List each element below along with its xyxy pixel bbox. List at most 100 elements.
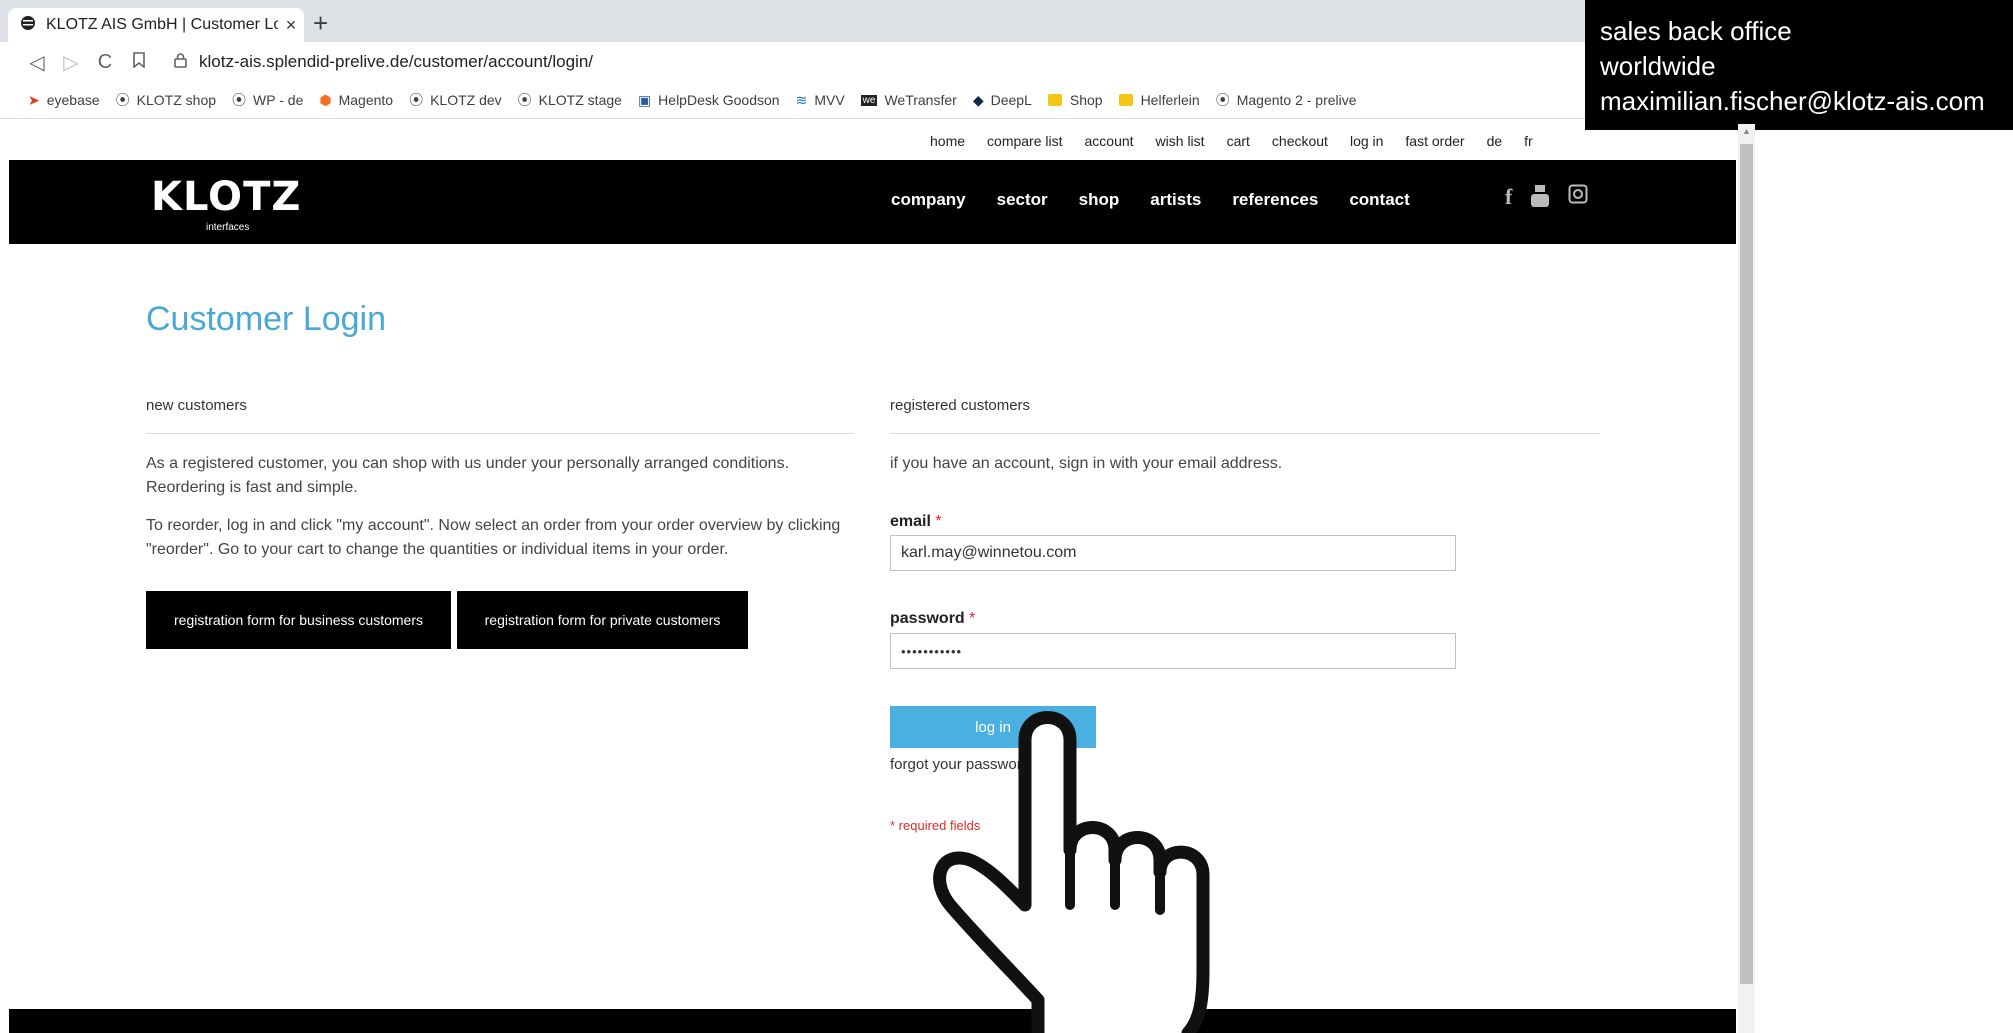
klotz-logo[interactable]: KLOTZ interfaces bbox=[151, 174, 302, 233]
bookmark-shop-folder[interactable]: Shop bbox=[1047, 92, 1103, 108]
klotz-favicon-icon bbox=[20, 15, 36, 36]
bookmark-klotz-shop[interactable]: ⦿ KLOTZ shop bbox=[116, 90, 216, 110]
topnav-account[interactable]: account bbox=[1085, 133, 1134, 149]
bookmark-klotz-dev[interactable]: ⦿ KLOTZ dev bbox=[409, 90, 502, 110]
topnav-cart[interactable]: cart bbox=[1227, 133, 1250, 149]
lock-icon[interactable] bbox=[174, 53, 187, 71]
new-customers-text-2: To reorder, log in and click "my account… bbox=[146, 517, 841, 558]
bookmark-wp-de[interactable]: ⦿ WP - de bbox=[232, 90, 303, 110]
pointing-hand-icon bbox=[933, 711, 1210, 1033]
required-asterisk: * bbox=[969, 610, 976, 627]
topnav-lang-fr[interactable]: fr bbox=[1524, 133, 1533, 149]
bookmarks-bar: ➤ eyebase ⦿ KLOTZ shop ⦿ WP - de ⬢ Magento ⦿… bbox=[0, 82, 1585, 119]
divider bbox=[146, 433, 854, 434]
topnav-wish-list[interactable]: wish list bbox=[1156, 133, 1205, 149]
password-label: password * bbox=[890, 610, 975, 628]
bookmark-label: WeTransfer bbox=[884, 92, 957, 108]
site-top-nav: home compare list account wish list cart… bbox=[930, 127, 1555, 155]
bookmark-label: eyebase bbox=[46, 92, 100, 108]
klotz-icon: ⦿ bbox=[115, 92, 130, 108]
tab-title: KLOTZ AIS GmbH | Customer Login bbox=[46, 16, 278, 33]
bookmark-label: Magento bbox=[338, 92, 394, 108]
nav-artists[interactable]: artists bbox=[1150, 190, 1201, 210]
main-nav: company sector shop artists references c… bbox=[891, 190, 1441, 210]
contact-overlay: sales back office worldwide maximilian.f… bbox=[1585, 0, 2013, 130]
deepl-icon: ◆ bbox=[972, 91, 984, 108]
nav-company[interactable]: company bbox=[891, 190, 966, 210]
logo-text: KLOTZ bbox=[151, 174, 302, 220]
back-icon[interactable]: ◁ bbox=[20, 50, 54, 75]
bookmark-label: Helferlein bbox=[1140, 92, 1200, 108]
folder-icon bbox=[1118, 94, 1133, 106]
facebook-icon[interactable]: f bbox=[1505, 184, 1512, 214]
browser-toolbar: ◁ ▷ C klotz-ais.splendid-prelive.de/cust… bbox=[0, 42, 1585, 82]
klotz-icon: ⦿ bbox=[1215, 92, 1230, 108]
social-links: f bbox=[1505, 184, 1606, 214]
klotz-icon: ⦿ bbox=[232, 92, 247, 108]
nav-references[interactable]: references bbox=[1232, 190, 1318, 210]
bookmark-label: Shop bbox=[1069, 92, 1103, 108]
helpdesk-icon: ▣ bbox=[637, 91, 652, 108]
page-title: Customer Login bbox=[146, 300, 387, 338]
folder-icon bbox=[1047, 94, 1062, 106]
email-field[interactable]: karl.may@winnetou.com bbox=[890, 535, 1456, 571]
password-label-text: password bbox=[890, 610, 965, 627]
overlay-line-email: maximilian.fischer@klotz-ais.com bbox=[1600, 86, 1985, 116]
scrollbar-thumb[interactable] bbox=[1740, 144, 1753, 984]
site-header: KLOTZ interfaces company sector shop art… bbox=[9, 160, 1736, 244]
address-bar[interactable]: klotz-ais.splendid-prelive.de/customer/a… bbox=[199, 52, 593, 72]
reload-icon[interactable]: C bbox=[88, 51, 122, 74]
bookmark-label: MVV bbox=[814, 92, 845, 108]
register-private-button[interactable]: registration form for private customers bbox=[457, 591, 748, 649]
new-customers-text-1: As a registered customer, you can shop w… bbox=[146, 455, 790, 496]
bookmark-helferlein-folder[interactable]: Helferlein bbox=[1118, 92, 1200, 108]
bookmark-magento[interactable]: ⬢ Magento bbox=[319, 92, 393, 109]
tab-strip: KLOTZ AIS GmbH | Customer Login × + bbox=[0, 0, 1585, 42]
bookmark-label: DeepL bbox=[990, 92, 1032, 108]
wetransfer-icon: we bbox=[860, 94, 878, 106]
instagram-icon[interactable] bbox=[1568, 184, 1588, 214]
bookmark-magento2-prelive[interactable]: ⦿ Magento 2 - prelive bbox=[1216, 90, 1357, 110]
topnav-lang-de[interactable]: de bbox=[1487, 133, 1503, 149]
bookmark-eyebase[interactable]: ➤ eyebase bbox=[28, 92, 100, 109]
scroll-up-icon[interactable]: ▲ bbox=[1738, 126, 1755, 136]
bookmark-wetransfer[interactable]: we WeTransfer bbox=[860, 92, 957, 108]
bookmark-label: HelpDesk Goodson bbox=[658, 92, 780, 108]
topnav-fast-order[interactable]: fast order bbox=[1405, 133, 1464, 149]
registered-customers-heading: registered customers bbox=[890, 397, 1031, 414]
page-scrollbar[interactable]: ▲ bbox=[1738, 124, 1755, 1033]
overlay-line-department: sales back office bbox=[1600, 16, 1792, 46]
new-tab-button[interactable]: + bbox=[313, 8, 328, 38]
registered-intro: if you have an account, sign in with you… bbox=[890, 455, 1283, 472]
new-customers-heading: new customers bbox=[146, 397, 247, 414]
bookmark-icon[interactable] bbox=[122, 51, 156, 74]
browser-tab[interactable]: KLOTZ AIS GmbH | Customer Login × bbox=[8, 8, 304, 42]
password-field[interactable]: ••••••••••• bbox=[890, 633, 1456, 669]
eyebase-icon: ➤ bbox=[28, 91, 40, 108]
youtube-icon[interactable] bbox=[1530, 184, 1550, 214]
bookmark-label: KLOTZ dev bbox=[430, 92, 502, 108]
register-business-button[interactable]: registration form for business customers bbox=[146, 591, 451, 649]
nav-contact[interactable]: contact bbox=[1349, 190, 1409, 210]
logo-subtitle: interfaces bbox=[206, 222, 250, 233]
bookmark-klotz-stage[interactable]: ⦿ KLOTZ stage bbox=[518, 90, 622, 110]
forward-icon[interactable]: ▷ bbox=[54, 50, 88, 75]
topnav-log-in[interactable]: log in bbox=[1350, 133, 1383, 149]
topnav-compare-list[interactable]: compare list bbox=[987, 133, 1062, 149]
email-label: email * bbox=[890, 513, 942, 531]
site-footer bbox=[9, 1009, 1736, 1033]
nav-sector[interactable]: sector bbox=[997, 190, 1048, 210]
email-label-text: email bbox=[890, 513, 931, 530]
mvv-icon: ≋ bbox=[795, 91, 808, 108]
required-asterisk: * bbox=[935, 513, 942, 530]
bookmark-helpdesk[interactable]: ▣ HelpDesk Goodson bbox=[638, 92, 780, 109]
divider bbox=[890, 433, 1600, 434]
tab-close-icon[interactable]: × bbox=[278, 15, 304, 36]
topnav-home[interactable]: home bbox=[930, 133, 965, 149]
bookmark-mvv[interactable]: ≋ MVV bbox=[796, 92, 845, 109]
bookmark-deepl[interactable]: ◆ DeepL bbox=[973, 92, 1032, 109]
overlay-line-region: worldwide bbox=[1600, 51, 1716, 81]
topnav-checkout[interactable]: checkout bbox=[1272, 133, 1328, 149]
klotz-icon: ⦿ bbox=[517, 92, 532, 108]
nav-shop[interactable]: shop bbox=[1079, 190, 1120, 210]
